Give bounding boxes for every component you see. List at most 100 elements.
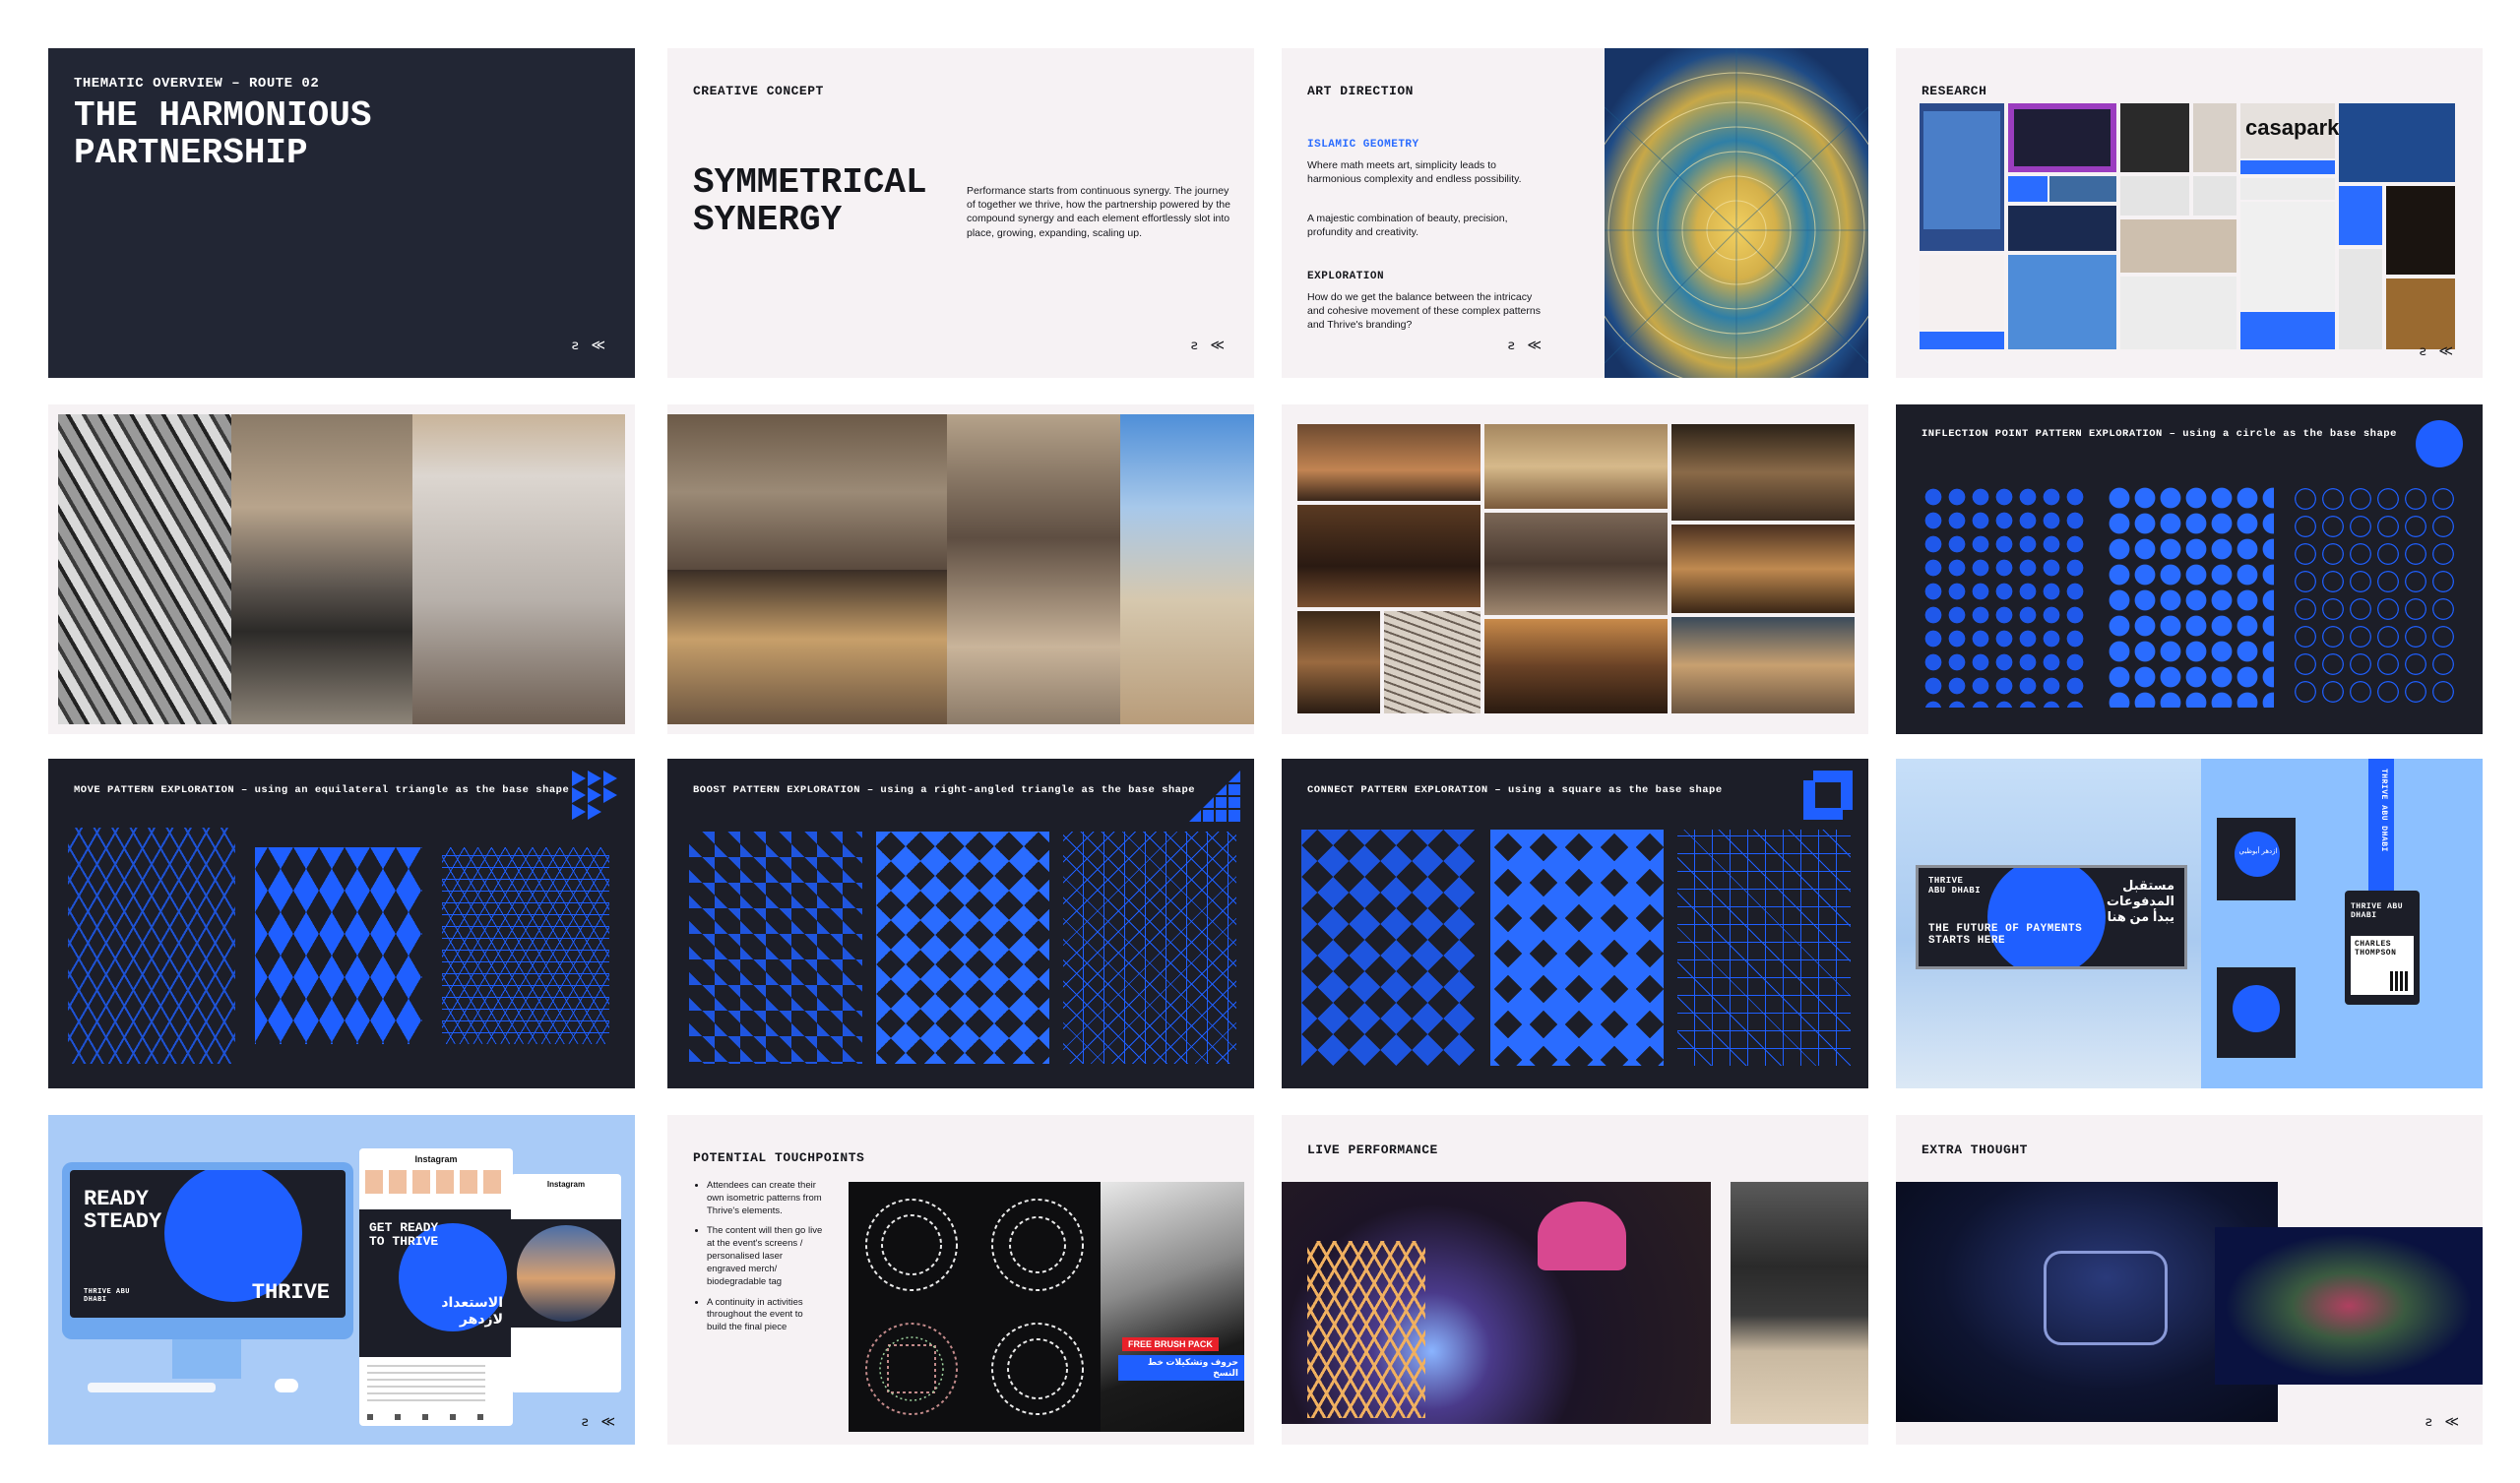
title-line-2: SYNERGY	[693, 199, 843, 240]
paragraph-2: A majestic combination of beauty, precis…	[1307, 213, 1508, 239]
tote-arabic-text: ازدهر أبوظبي	[2238, 848, 2278, 855]
instagram-header: Instagram	[414, 1154, 458, 1164]
slide-boost-pattern[interactable]: BOOST PATTERN EXPLORATION – using a righ…	[667, 759, 1254, 1088]
post-image-2	[511, 1219, 621, 1328]
post-arabic: الاستعداد لازدهر	[441, 1294, 503, 1327]
slide-move-pattern[interactable]: MOVE PATTERN EXPLORATION – using an equi…	[48, 759, 635, 1088]
slide-live-performance[interactable]: LIVE PERFORMANCE	[1282, 1115, 1868, 1445]
badge-brand: THRIVE ABU DHABI	[2351, 902, 2404, 920]
slide-kicker: ART DIRECTION	[1307, 84, 1414, 98]
story-avatars	[365, 1170, 507, 1194]
slide-kicker: RESEARCH	[1922, 84, 1987, 98]
tablet-brush-photo: FREE BRUSH PACK حروف وتشكيلات خط النسخ	[1101, 1182, 1244, 1432]
thrive-logo-icon: ꙅ ≪	[2419, 344, 2455, 360]
square-base-shape-icon	[1803, 771, 1853, 820]
touchpoint-item-1: Attendees can create their own isometric…	[707, 1180, 823, 1217]
gate-photo	[1120, 414, 1254, 724]
slide-kicker: LIVE PERFORMANCE	[1307, 1143, 1438, 1157]
thrive-logo-icon: ꙅ ≪	[571, 339, 607, 354]
post-line-2: TO THRIVE	[369, 1233, 439, 1249]
bottom-nav-icons	[367, 1414, 505, 1420]
photo-carved-chamber	[1484, 424, 1668, 509]
slide-title: SYMMETRICAL SYNERGY	[693, 164, 927, 239]
screen-line-2: STEADY	[84, 1209, 162, 1235]
slide-inflection-point-pattern[interactable]: INFLECTION POINT PATTERN EXPLORATION – u…	[1896, 404, 2483, 734]
slide-art-direction[interactable]: ART DIRECTION ISLAMIC GEOMETRY Where mat…	[1282, 48, 1868, 378]
concept-body: Performance starts from continuous syner…	[967, 185, 1230, 239]
paragraph-3: How do we get the balance between the in…	[1307, 291, 1541, 332]
slide-connect-pattern[interactable]: CONNECT PATTERN EXPLORATION – using a sq…	[1282, 759, 1868, 1088]
title-line-1: SYMMETRICAL	[693, 162, 927, 203]
photo-costumed-figures	[1671, 617, 1855, 713]
slide-potential-touchpoints[interactable]: POTENTIAL TOUCHPOINTS Attendees can crea…	[667, 1115, 1254, 1445]
slide-digital-mockups[interactable]: READY STEADY THRIVE THRIVE ABU DHABI Ins…	[48, 1115, 635, 1445]
instagram-header-2: Instagram	[546, 1180, 586, 1189]
photo-lantern-room	[1671, 525, 1855, 613]
brush-pack-arabic: حروف وتشكيلات خط النسخ	[1118, 1355, 1244, 1381]
qr-code-icon	[2390, 971, 2410, 991]
courtyard-wall-photo	[412, 414, 625, 724]
slide-architecture-photos-1[interactable]	[48, 404, 635, 734]
skyline-photo	[517, 1225, 615, 1322]
photo-dark-room	[1297, 505, 1480, 607]
live-performance-photo	[1282, 1182, 1711, 1424]
slide-title: THE HARMONIOUS PARTNERSHIP	[74, 97, 371, 172]
thrive-logo-icon: ꙅ ≪	[1190, 339, 1227, 354]
thrive-logo-icon: ꙅ ≪	[581, 1415, 617, 1431]
badge-name: CHARLES THOMPSON	[2355, 940, 2397, 958]
event-badge: THRIVE ABU DHABI CHARLES THOMPSON	[2345, 891, 2420, 1005]
slide-extra-thought[interactable]: EXTRA THOUGHT ꙅ ≪	[1896, 1115, 2483, 1445]
title-line-2: PARTNERSHIP	[74, 132, 308, 173]
lanyard-text: THRIVE ABU DHABI	[2379, 769, 2388, 852]
circle-pattern-outline	[2292, 485, 2459, 708]
triangle-pattern-solid	[255, 847, 422, 1044]
thrive-logo-icon: ꙅ ≪	[1507, 339, 1544, 354]
mouse	[275, 1379, 298, 1392]
paragraph-1: Where math meets art, simplicity leads t…	[1307, 159, 1522, 186]
photo-calligraphy-wall	[1384, 611, 1480, 713]
slide-kicker: CONNECT PATTERN EXPLORATION – using a sq…	[1307, 784, 1723, 796]
calligraphy-patterns-panel	[849, 1182, 1101, 1432]
tote-bag-top: ازدهر أبوظبي	[2217, 818, 2296, 900]
choir-hall-photo	[1731, 1182, 1868, 1424]
brush-pack-label: FREE BRUSH PACK	[1122, 1337, 1219, 1351]
photo-tree-interior	[1671, 424, 1855, 521]
slide-kicker: CREATIVE CONCEPT	[693, 84, 824, 98]
post-caption-lines	[367, 1365, 485, 1404]
right-triangle-pattern-grid	[689, 832, 862, 1064]
slide-thematic-overview[interactable]: THEMATIC OVERVIEW – ROUTE 02 THE HARMONI…	[48, 48, 635, 378]
lattice-sculpture	[1307, 1241, 1425, 1418]
right-triangle-pattern-outline	[1063, 832, 1236, 1064]
badge-name-box: CHARLES THOMPSON	[2351, 936, 2414, 995]
subheading-exploration: EXPLORATION	[1307, 271, 1385, 282]
hall-photo	[947, 414, 1120, 724]
photo-shrine	[1297, 611, 1380, 713]
slide-interior-photos[interactable]	[667, 404, 1254, 734]
casapark-logo-text: casapark	[2245, 115, 2340, 140]
slide-creative-concept[interactable]: CREATIVE CONCEPT SYMMETRICAL SYNERGY Per…	[667, 48, 1254, 378]
tote-bag-bottom	[2217, 967, 2296, 1058]
banner-english-tagline: THE FUTURE OF PAYMENTS STARTS HERE	[1928, 923, 2083, 947]
slide-kicker: INFLECTION POINT PATTERN EXPLORATION – u…	[1922, 428, 2397, 440]
instagram-post-mockup-2: Instagram	[511, 1174, 621, 1392]
post-line-1: GET READY	[369, 1220, 439, 1235]
slide-research[interactable]: RESEARCH casapark ꙅ ≪	[1896, 48, 2483, 378]
research-collage: casapark	[1920, 103, 2459, 355]
square-pattern-grid	[1301, 830, 1475, 1066]
slide-kicker: POTENTIAL TOUCHPOINTS	[693, 1150, 865, 1165]
square-pattern-outline	[1677, 830, 1851, 1066]
lanyard-strap: THRIVE ABU DHABI	[2368, 759, 2394, 896]
slide-kicker: EXTRA THOUGHT	[1922, 1143, 2028, 1157]
slide-event-branding-mockups[interactable]: THRIVE ABU DHABI مستقبل المدفوعات يبدأ م…	[1896, 759, 2483, 1088]
monitor-screen: READY STEADY THRIVE THRIVE ABU DHABI	[70, 1170, 346, 1318]
tote-circle-2	[2233, 985, 2280, 1032]
banner-arabic-tagline: مستقبل المدفوعات يبدأ من هنا	[2106, 878, 2174, 924]
portal-frame	[2044, 1251, 2168, 1345]
circle-pattern-solid	[2107, 485, 2274, 708]
stage-banner: THRIVE ABU DHABI مستقبل المدفوعات يبدأ م…	[1916, 865, 2187, 969]
triangle-pattern-grid	[68, 828, 235, 1064]
slide-kicker: MOVE PATTERN EXPLORATION – using an equi…	[74, 784, 570, 796]
mosque-dome-image	[1605, 48, 1868, 378]
screen-thrive: THRIVE	[251, 1279, 330, 1305]
slide-atmosphere-photos[interactable]	[1282, 404, 1868, 734]
